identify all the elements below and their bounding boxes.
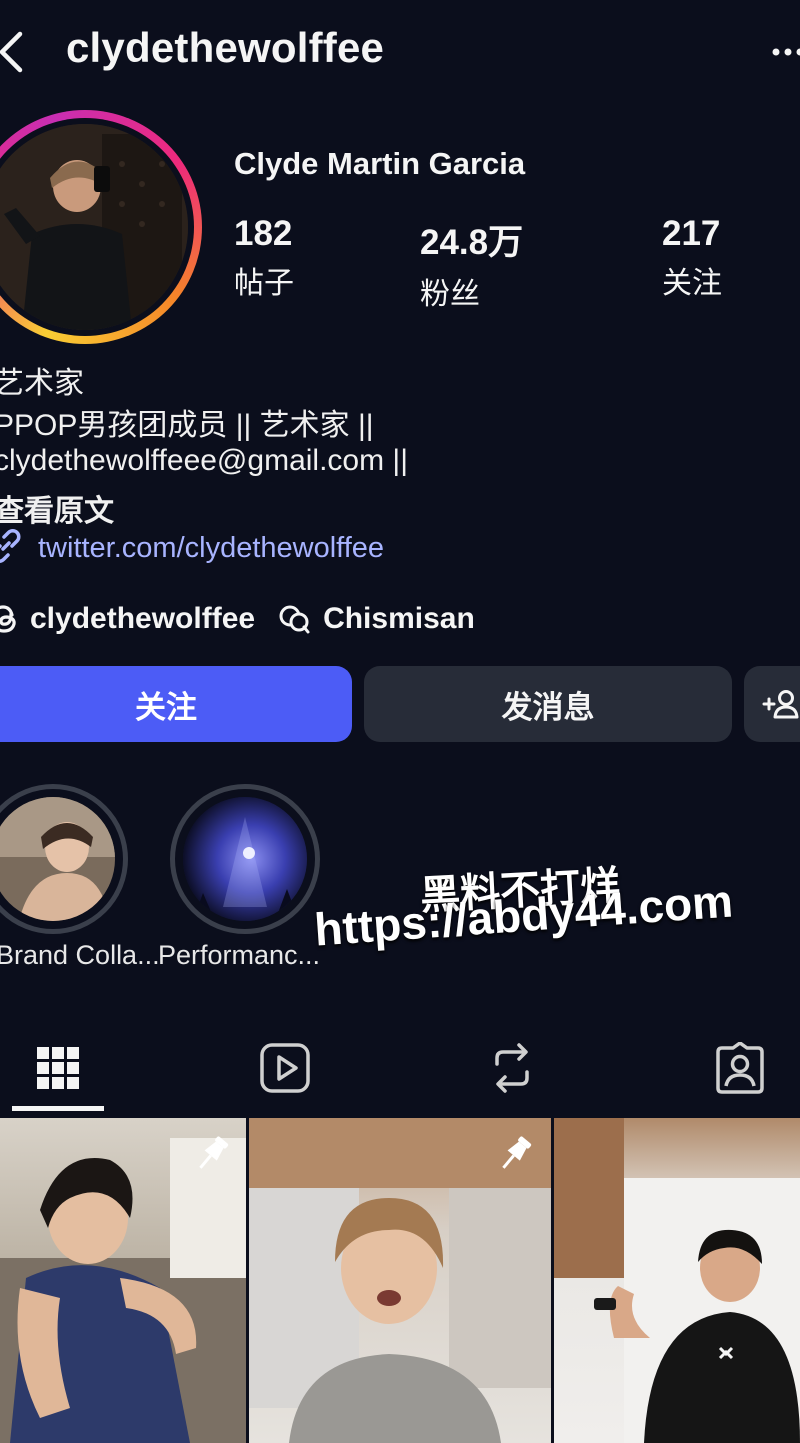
profile-header: clydethewolffee — [0, 0, 800, 100]
stat-posts[interactable]: 182 帖子 — [234, 214, 294, 302]
avatar — [0, 124, 188, 330]
add-user-icon — [762, 690, 799, 719]
tab-reposts[interactable] — [462, 1024, 562, 1112]
link-icon — [0, 526, 26, 571]
external-link-text: twitter.com/clydethewolffee — [38, 531, 385, 564]
post-thumbnail[interactable] — [249, 1118, 551, 1443]
threads-handle: clydethewolffee — [30, 602, 256, 635]
display-name: Clyde Martin Garcia — [234, 146, 526, 181]
chevron-left-icon[interactable] — [0, 28, 34, 76]
profile-username: clydethewolffee — [66, 24, 385, 71]
post-thumbnail[interactable] — [554, 1118, 800, 1443]
stat-followers-label: 粉丝 — [420, 278, 480, 311]
highlight-cover — [0, 797, 115, 921]
threads-icon — [0, 605, 16, 633]
channel-name: Chismisan — [323, 602, 475, 635]
chat-channel-icon — [279, 605, 310, 634]
message-button[interactable]: 发消息 — [364, 666, 732, 742]
tagged-icon — [716, 1042, 764, 1094]
story-highlight[interactable] — [170, 784, 320, 934]
stat-following-count: 217 — [662, 214, 721, 253]
pin-icon — [190, 1132, 234, 1181]
follow-button[interactable]: 关注 — [0, 666, 352, 742]
tab-reels[interactable] — [235, 1024, 335, 1112]
stat-following-label: 关注 — [662, 267, 722, 300]
repost-icon — [495, 1043, 529, 1093]
bio-text-line: PPOP男孩团成员 || 艺术家 || — [0, 409, 374, 442]
bio-category: 艺术家 — [0, 367, 84, 400]
stat-followers[interactable]: 24.8万 粉丝 — [420, 214, 523, 313]
stat-posts-count: 182 — [234, 214, 293, 253]
stat-posts-label: 帖子 — [234, 267, 294, 300]
post-thumbnail[interactable] — [0, 1118, 246, 1443]
threads-chip[interactable]: clydethewolffee — [0, 602, 255, 636]
tab-tagged[interactable] — [690, 1024, 790, 1112]
channel-chip[interactable]: Chismisan — [277, 602, 475, 636]
more-dots-icon[interactable] — [768, 40, 800, 64]
tab-posts-grid[interactable] — [8, 1024, 108, 1112]
stat-followers-count: 24.8万 — [420, 223, 524, 262]
stat-following[interactable]: 217 关注 — [662, 214, 722, 302]
highlight-label: Brand Colla... — [0, 940, 160, 970]
see-translation-link[interactable]: 查看原文 — [0, 486, 114, 530]
bio-email: clydethewolffeee@gmail.com || — [0, 444, 409, 477]
highlight-label: Performanc... — [158, 940, 321, 970]
story-highlight[interactable] — [0, 784, 128, 934]
suggested-users-button[interactable] — [744, 666, 800, 742]
grid-icon — [37, 1047, 79, 1089]
pin-icon — [493, 1132, 537, 1181]
external-link[interactable]: twitter.com/clydethewolffee — [0, 528, 384, 568]
avatar-story-ring[interactable] — [0, 110, 202, 344]
reels-icon — [260, 1043, 310, 1093]
content-tabs — [0, 1024, 800, 1116]
profile-chips: clydethewolffee Chismisan — [0, 598, 497, 640]
active-tab-indicator — [12, 1106, 104, 1111]
highlight-cover — [183, 797, 307, 921]
